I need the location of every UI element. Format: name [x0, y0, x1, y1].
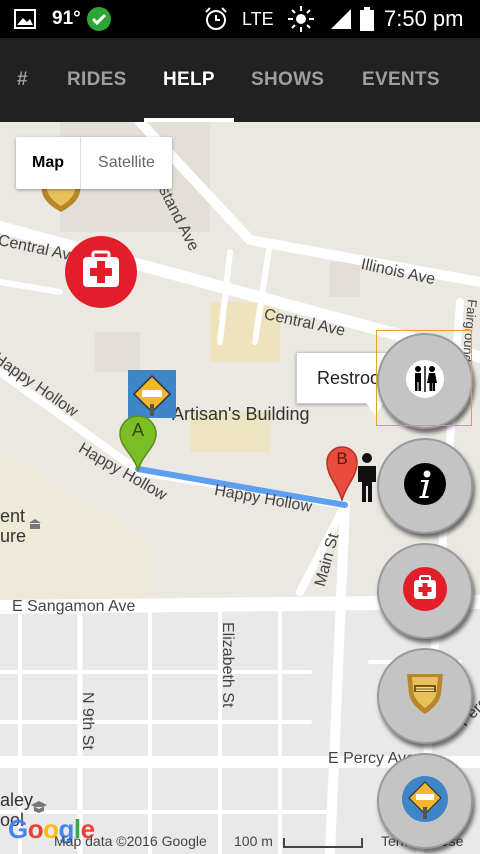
- tab-rides[interactable]: RIDES: [67, 38, 127, 122]
- status-bar: 91° LTE 7:50 pm: [0, 0, 480, 38]
- info-icon: [403, 462, 447, 511]
- info-fab-button[interactable]: [377, 438, 473, 534]
- street-label-sangamon: E Sangamon Ave: [12, 598, 136, 615]
- map-type-toggle: Map Satellite: [16, 137, 172, 189]
- tab-hash[interactable]: #: [17, 38, 28, 122]
- directions-fab-button[interactable]: [377, 753, 473, 849]
- info-window[interactable]: Restroom: [296, 352, 388, 404]
- map-type-satellite-button[interactable]: Satellite: [81, 137, 172, 189]
- clock: 7:50 pm: [384, 6, 464, 31]
- map-scale-label: 100 m: [234, 833, 273, 849]
- restroom-fab-focus-outline: [376, 330, 472, 426]
- place-label-aley: aley: [0, 790, 34, 810]
- map-attribution: Map data ©2016 Google: [54, 833, 207, 849]
- check-icon: [86, 0, 112, 38]
- museum-icon: [28, 518, 42, 537]
- alarm-icon: [203, 0, 229, 38]
- marker-a[interactable]: A: [119, 415, 157, 476]
- place-label-ure: ure: [0, 526, 27, 546]
- first-aid-icon: [402, 566, 448, 617]
- street-label-n9th: N 9th St: [79, 692, 96, 750]
- brightness-icon: [287, 0, 315, 38]
- police-badge-icon: [403, 672, 447, 721]
- network-type: LTE: [242, 8, 274, 29]
- temperature: 91°: [52, 8, 81, 29]
- directions-sign-marker[interactable]: [128, 370, 176, 418]
- marker-a-label: A: [131, 420, 144, 440]
- first-aid-fab-button[interactable]: [377, 543, 473, 639]
- map-type-map-button[interactable]: Map: [16, 137, 80, 189]
- battery-icon: [360, 0, 374, 38]
- signal-icon: [330, 0, 352, 38]
- tab-help[interactable]: HELP: [163, 38, 215, 122]
- tab-shows[interactable]: SHOWS: [251, 38, 324, 122]
- first-aid-marker[interactable]: [64, 235, 138, 314]
- tab-bar: # RIDES HELP SHOWS EVENTS: [0, 38, 480, 122]
- police-fab-button[interactable]: [377, 648, 473, 744]
- place-label-artisans: Artisan's Building: [172, 404, 310, 424]
- gallery-icon: [14, 0, 36, 38]
- place-label-ent: ent: [0, 506, 26, 526]
- directions-sign-icon: [401, 775, 449, 828]
- street-label-elizabeth: Elizabeth St: [219, 622, 236, 708]
- tab-events[interactable]: EVENTS: [362, 38, 440, 122]
- map-scale-bar: [283, 838, 363, 848]
